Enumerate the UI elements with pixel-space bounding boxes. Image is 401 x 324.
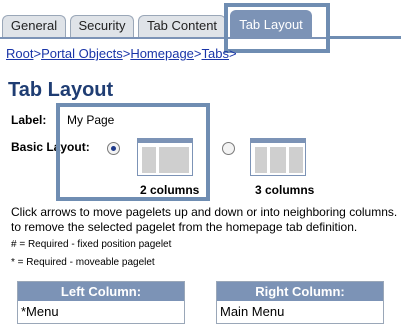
breadcrumb-separator: > — [193, 46, 202, 61]
layout-3col-radio[interactable] — [222, 142, 235, 155]
breadcrumb-separator: > — [33, 46, 42, 61]
highlight-frame-tab — [224, 3, 330, 53]
label-caption: Label: — [11, 113, 47, 127]
layout-column — [255, 147, 267, 173]
layout-3col-caption: 3 columns — [255, 183, 315, 197]
layout-header-bar — [251, 139, 305, 143]
breadcrumb: Root>Portal Objects>Homepage>Tabs> — [6, 46, 237, 61]
right-column-item[interactable]: Main Menu — [220, 304, 284, 319]
tab-general[interactable]: General — [2, 15, 66, 37]
left-column-header: Left Column: — [18, 282, 184, 301]
left-column-item[interactable]: *Menu — [21, 304, 59, 319]
breadcrumb-root[interactable]: Root — [6, 46, 33, 61]
tab-bar: General Security Tab Content Tab Layout — [0, 0, 401, 40]
note-moveable-pagelet: * = Required - moveable pagelet — [11, 257, 155, 268]
instructions-text: Click arrows to move pagelets up and dow… — [11, 205, 398, 234]
highlight-connector — [330, 36, 401, 39]
three-column-layout-icon[interactable] — [250, 138, 306, 176]
breadcrumb-tabs[interactable]: Tabs — [202, 46, 229, 61]
layout-column — [289, 147, 303, 173]
breadcrumb-homepage[interactable]: Homepage — [130, 46, 194, 61]
tab-tab-content[interactable]: Tab Content — [138, 15, 226, 37]
left-column-panel: Left Column: *Menu — [17, 281, 185, 324]
right-column-panel: Right Column: Main Menu — [216, 281, 384, 324]
tab-security[interactable]: Security — [70, 15, 134, 37]
page-title: Tab Layout — [8, 79, 114, 101]
note-fixed-pagelet: # = Required - fixed position pagelet — [11, 239, 172, 250]
breadcrumb-portal-objects[interactable]: Portal Objects — [41, 46, 123, 61]
right-column-header: Right Column: — [217, 282, 383, 301]
breadcrumb-separator: > — [228, 46, 237, 61]
highlight-frame-layout — [56, 103, 210, 201]
layout-column — [270, 147, 286, 173]
